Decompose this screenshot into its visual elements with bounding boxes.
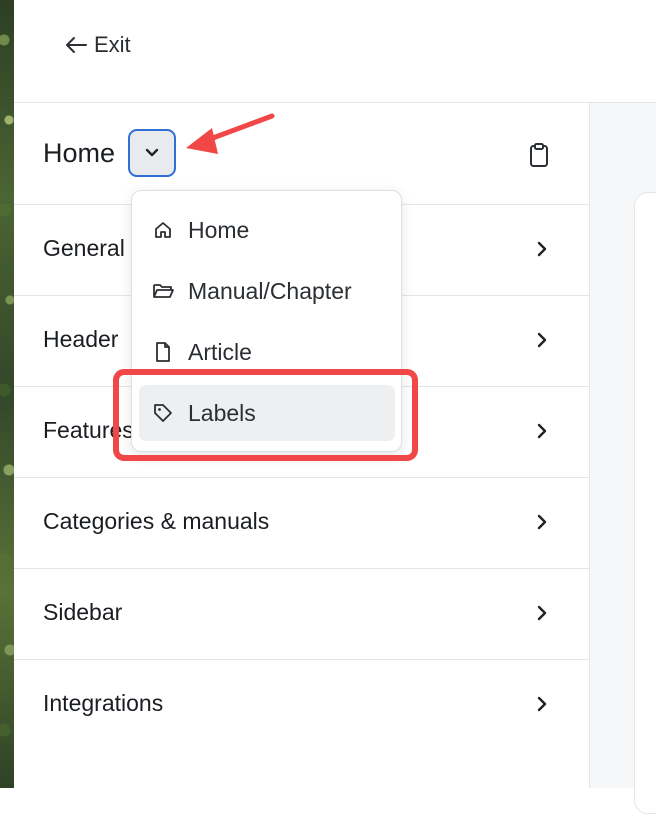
chevron-right-icon xyxy=(537,423,547,439)
chevron-right-icon xyxy=(537,241,547,257)
file-icon xyxy=(152,341,174,363)
folder-icon xyxy=(152,280,174,302)
annotation-arrow-icon xyxy=(186,113,275,154)
exit-link[interactable]: Exit xyxy=(64,32,131,58)
dropdown-item-manual-chapter[interactable]: Manual/Chapter xyxy=(139,263,395,319)
row-label: General xyxy=(43,235,125,261)
chevron-right-icon xyxy=(537,696,547,712)
row-label: Integrations xyxy=(43,690,164,716)
annotation-highlight-box xyxy=(113,369,418,461)
home-icon xyxy=(152,219,174,241)
background-photo-strip xyxy=(0,0,14,788)
chevron-right-icon xyxy=(537,514,547,530)
settings-row-categories[interactable]: Categories & manuals xyxy=(14,478,589,569)
preview-card xyxy=(634,192,656,814)
dropdown-item-label: Home xyxy=(188,216,250,243)
exit-label: Exit xyxy=(94,32,131,57)
top-bar: Exit xyxy=(14,0,656,103)
page-title: Home xyxy=(43,138,116,168)
dropdown-item-label: Manual/Chapter xyxy=(188,277,352,304)
dropdown-item-label: Article xyxy=(188,338,252,365)
dropdown-item-home[interactable]: Home xyxy=(139,202,395,258)
row-label: Sidebar xyxy=(43,599,123,625)
page-type-dropdown-button[interactable] xyxy=(128,129,176,177)
chevron-right-icon xyxy=(537,332,547,348)
settings-row-sidebar[interactable]: Sidebar xyxy=(14,569,589,660)
row-label: Categories & manuals xyxy=(43,508,270,534)
settings-row-integrations[interactable]: Integrations xyxy=(14,660,589,750)
row-label: Header xyxy=(43,326,119,352)
chevron-right-icon xyxy=(537,605,547,621)
clipboard-icon[interactable] xyxy=(528,143,550,167)
arrow-left-icon xyxy=(66,37,87,53)
chevron-down-icon xyxy=(145,148,159,157)
